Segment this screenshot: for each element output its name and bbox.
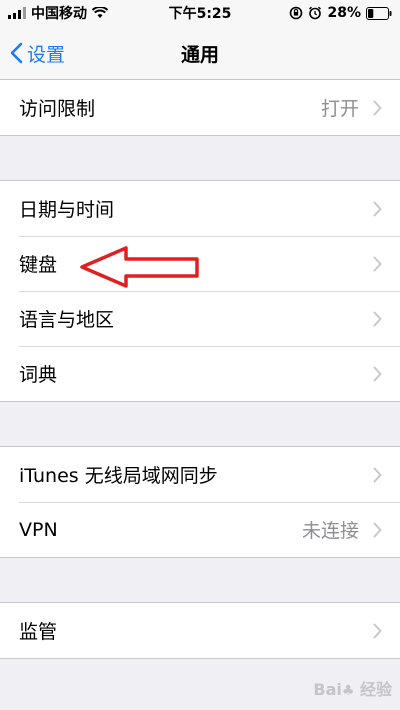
page-title: 通用 bbox=[180, 43, 219, 66]
row-accessory: 打开 bbox=[321, 94, 382, 121]
settings-row[interactable]: VPN 未连接 bbox=[0, 502, 400, 557]
row-label: VPN bbox=[19, 518, 58, 541]
alarm-icon bbox=[309, 6, 322, 20]
settings-group: 监管 bbox=[0, 602, 400, 659]
row-label: 访问限制 bbox=[19, 98, 96, 120]
wifi-icon bbox=[92, 7, 108, 18]
status-bar-left: 中国移动 bbox=[8, 3, 108, 23]
row-accessory bbox=[359, 366, 382, 382]
status-bar-right: 28% bbox=[289, 5, 392, 21]
battery-icon bbox=[366, 6, 392, 20]
settings-group: iTunes 无线局域网同步 VPN 未连接 bbox=[0, 446, 400, 558]
settings-group: 日期与时间键盘语言与地区词典 bbox=[0, 180, 400, 402]
row-accessory: 未连接 bbox=[302, 516, 382, 543]
chevron-right-icon bbox=[373, 201, 382, 216]
row-accessory bbox=[359, 201, 382, 217]
chevron-right-icon bbox=[373, 366, 382, 381]
row-accessory bbox=[359, 623, 382, 639]
settings-list: 访问限制 打开日期与时间键盘语言与地区词典 iTunes 无线局域网同步 VPN 未连接… bbox=[0, 80, 400, 659]
row-accessory bbox=[359, 467, 382, 483]
carrier-name: 中国移动 bbox=[31, 6, 87, 22]
row-value: 打开 bbox=[320, 98, 359, 120]
row-label: 日期与时间 bbox=[19, 199, 115, 221]
navigation-bar: 设置 通用 bbox=[0, 26, 400, 80]
row-accessory bbox=[359, 256, 382, 272]
signal-icon bbox=[8, 7, 26, 19]
row-label: iTunes 无线局域网同步 bbox=[19, 465, 218, 487]
status-bar: 中国移动 下午5:25 28% bbox=[0, 0, 400, 26]
settings-row[interactable]: 词典 bbox=[0, 346, 400, 401]
orientation-lock-icon bbox=[290, 6, 303, 20]
row-label: 语言与地区 bbox=[19, 309, 115, 331]
chevron-right-icon bbox=[373, 311, 382, 326]
settings-row[interactable]: iTunes 无线局域网同步 bbox=[0, 447, 400, 502]
chevron-right-icon bbox=[373, 623, 382, 638]
row-value: 未连接 bbox=[301, 520, 359, 542]
settings-row[interactable]: 键盘 bbox=[0, 236, 400, 291]
settings-row[interactable]: 访问限制 打开 bbox=[0, 80, 400, 135]
settings-row[interactable]: 语言与地区 bbox=[0, 291, 400, 346]
row-accessory bbox=[359, 311, 382, 327]
row-label: 词典 bbox=[19, 364, 58, 386]
settings-group: 访问限制 打开 bbox=[0, 80, 400, 136]
row-label: 监管 bbox=[19, 621, 58, 643]
row-label: 键盘 bbox=[19, 254, 58, 276]
chevron-right-icon bbox=[373, 256, 382, 271]
chevron-right-icon bbox=[373, 522, 382, 537]
battery-percent: 28% bbox=[327, 5, 361, 21]
chevron-right-icon bbox=[373, 467, 382, 482]
baidu-watermark: Bai♣ 经验 bbox=[313, 680, 392, 699]
settings-row[interactable]: 日期与时间 bbox=[0, 181, 400, 236]
chevron-right-icon bbox=[373, 100, 382, 115]
settings-row[interactable]: 监管 bbox=[0, 603, 400, 658]
